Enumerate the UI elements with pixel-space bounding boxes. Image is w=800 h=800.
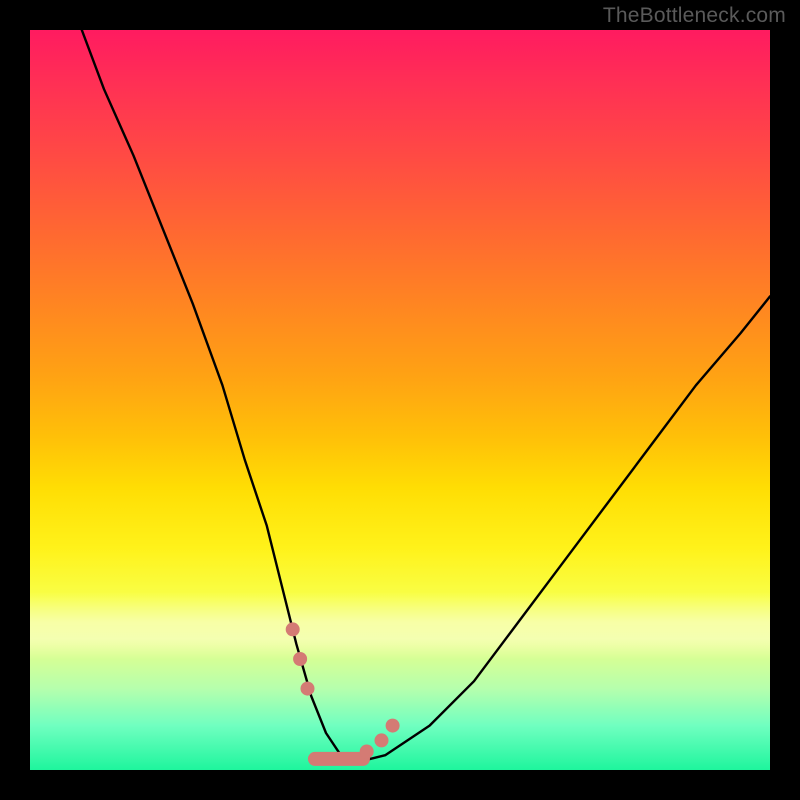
curve-dot bbox=[293, 652, 307, 666]
plot-area bbox=[30, 30, 770, 770]
curve-dot bbox=[301, 682, 315, 696]
curve-dot bbox=[286, 622, 300, 636]
curve-dot bbox=[375, 733, 389, 747]
bottleneck-curve bbox=[82, 30, 770, 763]
curve-dots bbox=[286, 622, 400, 758]
chart-frame: TheBottleneck.com bbox=[0, 0, 800, 800]
curve-dot bbox=[386, 719, 400, 733]
curve-layer bbox=[30, 30, 770, 770]
curve-dot bbox=[360, 745, 374, 759]
watermark-text: TheBottleneck.com bbox=[603, 4, 786, 28]
